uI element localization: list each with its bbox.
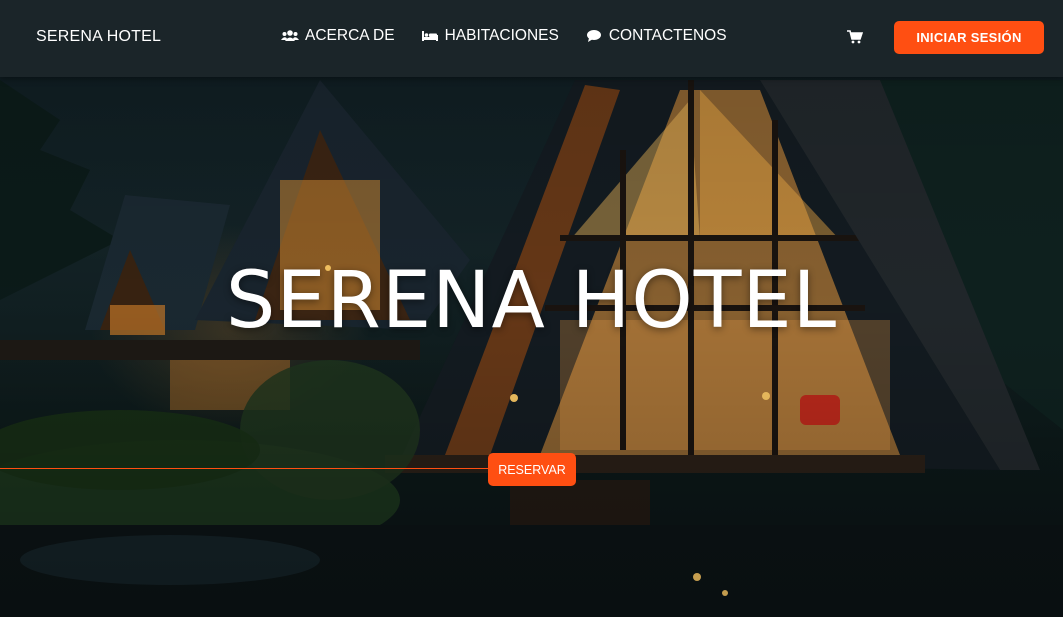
nav-link-habitaciones[interactable]: HABITACIONES [421,27,559,45]
hero-divider-line [0,468,532,469]
nav-link-label: CONTACTENOS [608,27,727,44]
users-icon [281,28,299,44]
chat-icon [585,28,603,44]
login-button[interactable]: INICIAR SESIÓN [894,21,1044,54]
nav-link-label: ACERCA DE [305,27,395,44]
bed-icon [421,28,439,44]
nav-link-contactenos[interactable]: CONTACTENOS [585,27,727,45]
hero-title: SERENA HOTEL [225,256,838,346]
shopping-cart-icon[interactable] [847,30,864,44]
reserve-button[interactable]: RESERVAR [488,453,576,486]
nav-link-label: HABITACIONES [444,27,559,44]
top-navbar: SERENA HOTEL ACERCA DE HABITACIONES CONT… [0,0,1063,77]
nav-link-acerca-de[interactable]: ACERCA DE [281,27,395,45]
brand-logo-text[interactable]: SERENA HOTEL [36,28,161,46]
nav-links: ACERCA DE HABITACIONES CONTACTENOS [281,27,753,45]
